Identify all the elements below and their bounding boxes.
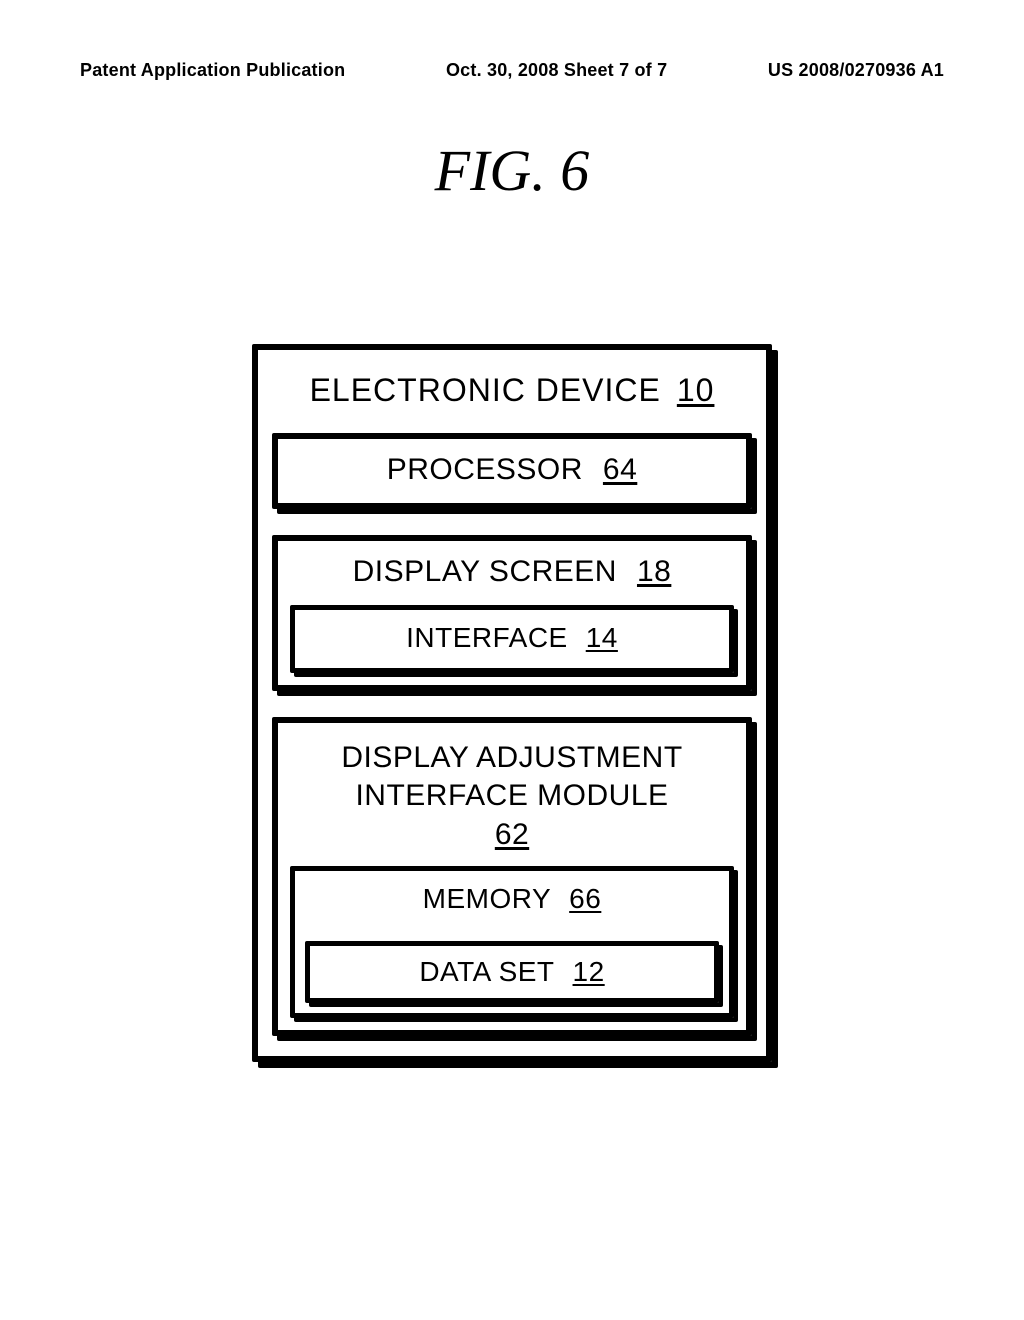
memory-title: MEMORY 66 bbox=[305, 879, 719, 919]
dataset-box: DATA SET 12 bbox=[305, 941, 719, 1003]
dataset-ref: 12 bbox=[573, 956, 605, 988]
processor-title: PROCESSOR 64 bbox=[290, 449, 734, 491]
display-screen-ref: 18 bbox=[637, 555, 671, 589]
header-right: US 2008/0270936 A1 bbox=[768, 60, 944, 81]
processor-ref: 64 bbox=[603, 453, 637, 487]
header-left: Patent Application Publication bbox=[80, 60, 345, 81]
display-screen-title: DISPLAY SCREEN 18 bbox=[290, 551, 734, 593]
memory-label: MEMORY bbox=[423, 883, 552, 915]
adjustment-module-title: DISPLAY ADJUSTMENT INTERFACE MODULE 62 bbox=[290, 733, 734, 854]
memory-box: MEMORY 66 DATA SET 12 bbox=[290, 866, 734, 1018]
adjustment-module-ref: 62 bbox=[495, 816, 529, 854]
dataset-label: DATA SET bbox=[419, 956, 554, 988]
adjustment-module-box: DISPLAY ADJUSTMENT INTERFACE MODULE 62 M… bbox=[272, 717, 752, 1036]
adjustment-module-label: DISPLAY ADJUSTMENT INTERFACE MODULE bbox=[341, 741, 682, 812]
diagram-wrap: ELECTRONIC DEVICE 10 PROCESSOR 64 DISPLA… bbox=[252, 344, 772, 1062]
device-title: ELECTRONIC DEVICE 10 bbox=[272, 364, 752, 433]
page-header: Patent Application Publication Oct. 30, … bbox=[80, 60, 944, 81]
interface-label: INTERFACE bbox=[406, 622, 568, 654]
display-screen-label: DISPLAY SCREEN bbox=[353, 555, 617, 589]
interface-ref: 14 bbox=[586, 622, 618, 654]
patent-page: Patent Application Publication Oct. 30, … bbox=[0, 0, 1024, 1320]
device-label: ELECTRONIC DEVICE bbox=[310, 372, 661, 409]
memory-ref: 66 bbox=[569, 883, 601, 915]
processor-label: PROCESSOR bbox=[387, 453, 583, 487]
device-ref: 10 bbox=[677, 372, 715, 409]
electronic-device-box: ELECTRONIC DEVICE 10 PROCESSOR 64 DISPLA… bbox=[252, 344, 772, 1062]
display-screen-box: DISPLAY SCREEN 18 INTERFACE 14 bbox=[272, 535, 752, 691]
interface-box: INTERFACE 14 bbox=[290, 605, 734, 673]
dataset-title: DATA SET 12 bbox=[318, 952, 706, 992]
figure-title: FIG. 6 bbox=[80, 137, 944, 204]
interface-title: INTERFACE 14 bbox=[305, 618, 719, 658]
header-center: Oct. 30, 2008 Sheet 7 of 7 bbox=[446, 60, 667, 81]
processor-box: PROCESSOR 64 bbox=[272, 433, 752, 509]
